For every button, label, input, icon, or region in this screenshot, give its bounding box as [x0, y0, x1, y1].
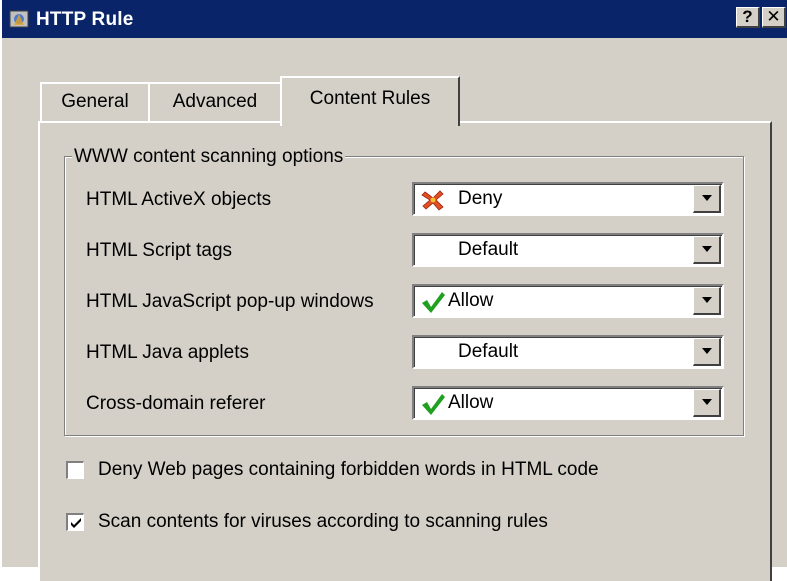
java-applets-value: Default	[458, 341, 519, 362]
tab-panel-joint	[282, 119, 458, 125]
java-applets-select[interactable]: Default	[412, 335, 724, 369]
activex-value: Deny	[458, 188, 503, 209]
popup-windows-select[interactable]: Allow	[412, 284, 724, 318]
script-tags-value: Default	[458, 239, 519, 260]
cross-domain-select[interactable]: Allow	[412, 386, 724, 420]
dropdown-arrow-icon[interactable]	[693, 389, 721, 417]
close-button[interactable]: ✕	[762, 7, 786, 28]
allow-check-icon	[422, 394, 445, 415]
row-label-script-tags: HTML Script tags	[86, 240, 233, 261]
app-icon	[9, 10, 29, 28]
dropdown-arrow-icon[interactable]	[693, 287, 721, 315]
script-tags-select[interactable]: Default	[412, 233, 724, 267]
scan-viruses-label[interactable]: Scan contents for viruses according to s…	[98, 511, 548, 533]
http-rule-dialog: HTTP Rule ? ✕ General Advanced Content R…	[0, 0, 787, 581]
allow-check-icon	[422, 292, 445, 313]
row-label-activex: HTML ActiveX objects	[86, 189, 272, 210]
deny-icon	[421, 190, 444, 211]
checkmark-icon	[71, 518, 81, 528]
activex-select[interactable]: Deny	[412, 182, 724, 216]
row-label-popup-windows: HTML JavaScript pop-up windows	[86, 291, 374, 312]
deny-forbidden-words-checkbox[interactable]	[66, 461, 84, 479]
deny-forbidden-words-label[interactable]: Deny Web pages containing forbidden word…	[98, 459, 599, 481]
scan-viruses-checkbox[interactable]	[66, 513, 84, 531]
dropdown-arrow-icon[interactable]	[693, 236, 721, 264]
popup-windows-value: Allow	[448, 290, 494, 311]
dropdown-arrow-icon[interactable]	[693, 185, 721, 213]
help-button[interactable]: ?	[736, 7, 760, 28]
tab-advanced[interactable]: Advanced	[148, 82, 282, 122]
row-label-cross-domain: Cross-domain referer	[86, 393, 266, 414]
tab-general[interactable]: General	[40, 82, 150, 122]
dropdown-arrow-icon[interactable]	[693, 338, 721, 366]
cross-domain-value: Allow	[448, 392, 494, 413]
title-bar[interactable]: HTTP Rule ? ✕	[2, 0, 787, 38]
row-label-java-applets: HTML Java applets	[86, 342, 249, 363]
group-title: WWW content scanning options	[72, 146, 346, 168]
window-title: HTTP Rule	[36, 9, 134, 30]
